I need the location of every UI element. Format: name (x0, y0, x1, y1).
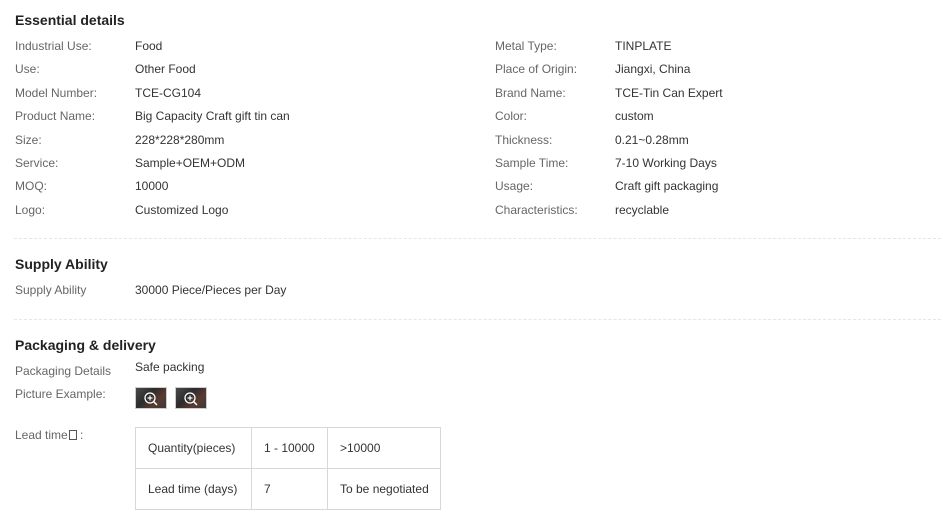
detail-label: Usage: (495, 179, 534, 194)
detail-value: custom (615, 109, 654, 124)
detail-value: Craft gift packaging (615, 179, 719, 194)
packaging-delivery-title: Packaging & delivery (15, 337, 156, 353)
packaging-details-label: Packaging Details (15, 364, 112, 378)
detail-value: Other Food (135, 62, 196, 77)
detail-value: Big Capacity Craft gift tin can (135, 109, 290, 124)
table-cell: Quantity(pieces) (135, 427, 252, 469)
divider (14, 319, 941, 320)
supply-ability-title: Supply Ability (15, 256, 108, 272)
detail-value: Sample+OEM+ODM (135, 156, 246, 170)
detail-value: recyclable (615, 202, 670, 217)
detail-label: Sample Time: (495, 156, 569, 170)
detail-label: Service: (15, 156, 59, 170)
missing-glyph-icon (68, 430, 77, 440)
lead-time-table: Quantity(pieces) 1 - 10000 >10000 Lead t… (135, 427, 441, 510)
supply-ability-label: Supply Ability (15, 283, 87, 297)
detail-value: Food (135, 39, 163, 53)
detail-label: MOQ: (15, 179, 47, 194)
table-row: Lead time (days) 7 To be negotiated (135, 468, 441, 510)
detail-value: TCE-Tin Can Expert (615, 85, 723, 100)
zoom-in-icon (184, 392, 198, 406)
table-cell: Lead time (days) (135, 468, 252, 510)
detail-label: Size: (15, 132, 42, 147)
detail-value: 10000 (135, 179, 169, 194)
table-cell: 1 - 10000 (251, 427, 328, 469)
detail-value: 0.21~0.28mm (615, 132, 689, 147)
detail-value: Customized Logo (135, 202, 229, 217)
picture-thumbnail-1[interactable] (135, 387, 167, 409)
detail-value: Jiangxi, China (615, 62, 691, 77)
table-row: Quantity(pieces) 1 - 10000 >10000 (135, 427, 441, 469)
lead-time-label-wrap: Lead time : (15, 428, 84, 442)
detail-label: Characteristics: (495, 202, 578, 217)
packaging-details-value: Safe packing (135, 360, 205, 374)
detail-value: TCE-CG104 (135, 85, 202, 100)
supply-ability-value: 30000 Piece/Pieces per Day (135, 283, 287, 297)
zoom-in-icon (144, 392, 158, 406)
detail-label: Industrial Use: (15, 39, 92, 53)
detail-label: Use: (15, 62, 40, 77)
detail-label: Thickness: (495, 132, 553, 147)
detail-label: Metal Type: (495, 39, 557, 53)
detail-value: 7-10 Working Days (615, 156, 717, 170)
detail-label: Logo: (15, 202, 46, 217)
detail-label: Brand Name: (495, 85, 566, 100)
detail-label: Place of Origin: (495, 62, 578, 77)
detail-value: 228*228*280mm (135, 132, 225, 147)
table-cell: 7 (251, 468, 328, 510)
detail-label: Model Number: (15, 85, 98, 100)
detail-value: TINPLATE (615, 39, 672, 53)
picture-example-label: Picture Example: (15, 387, 106, 401)
essential-details-title: Essential details (15, 12, 125, 28)
table-cell: >10000 (327, 427, 441, 469)
table-cell: To be negotiated (327, 468, 441, 510)
lead-time-label: Lead time (15, 428, 68, 442)
picture-thumbnail-2[interactable] (175, 387, 207, 409)
divider (14, 238, 941, 239)
detail-label: Color: (495, 109, 528, 124)
detail-label: Product Name: (15, 109, 96, 124)
